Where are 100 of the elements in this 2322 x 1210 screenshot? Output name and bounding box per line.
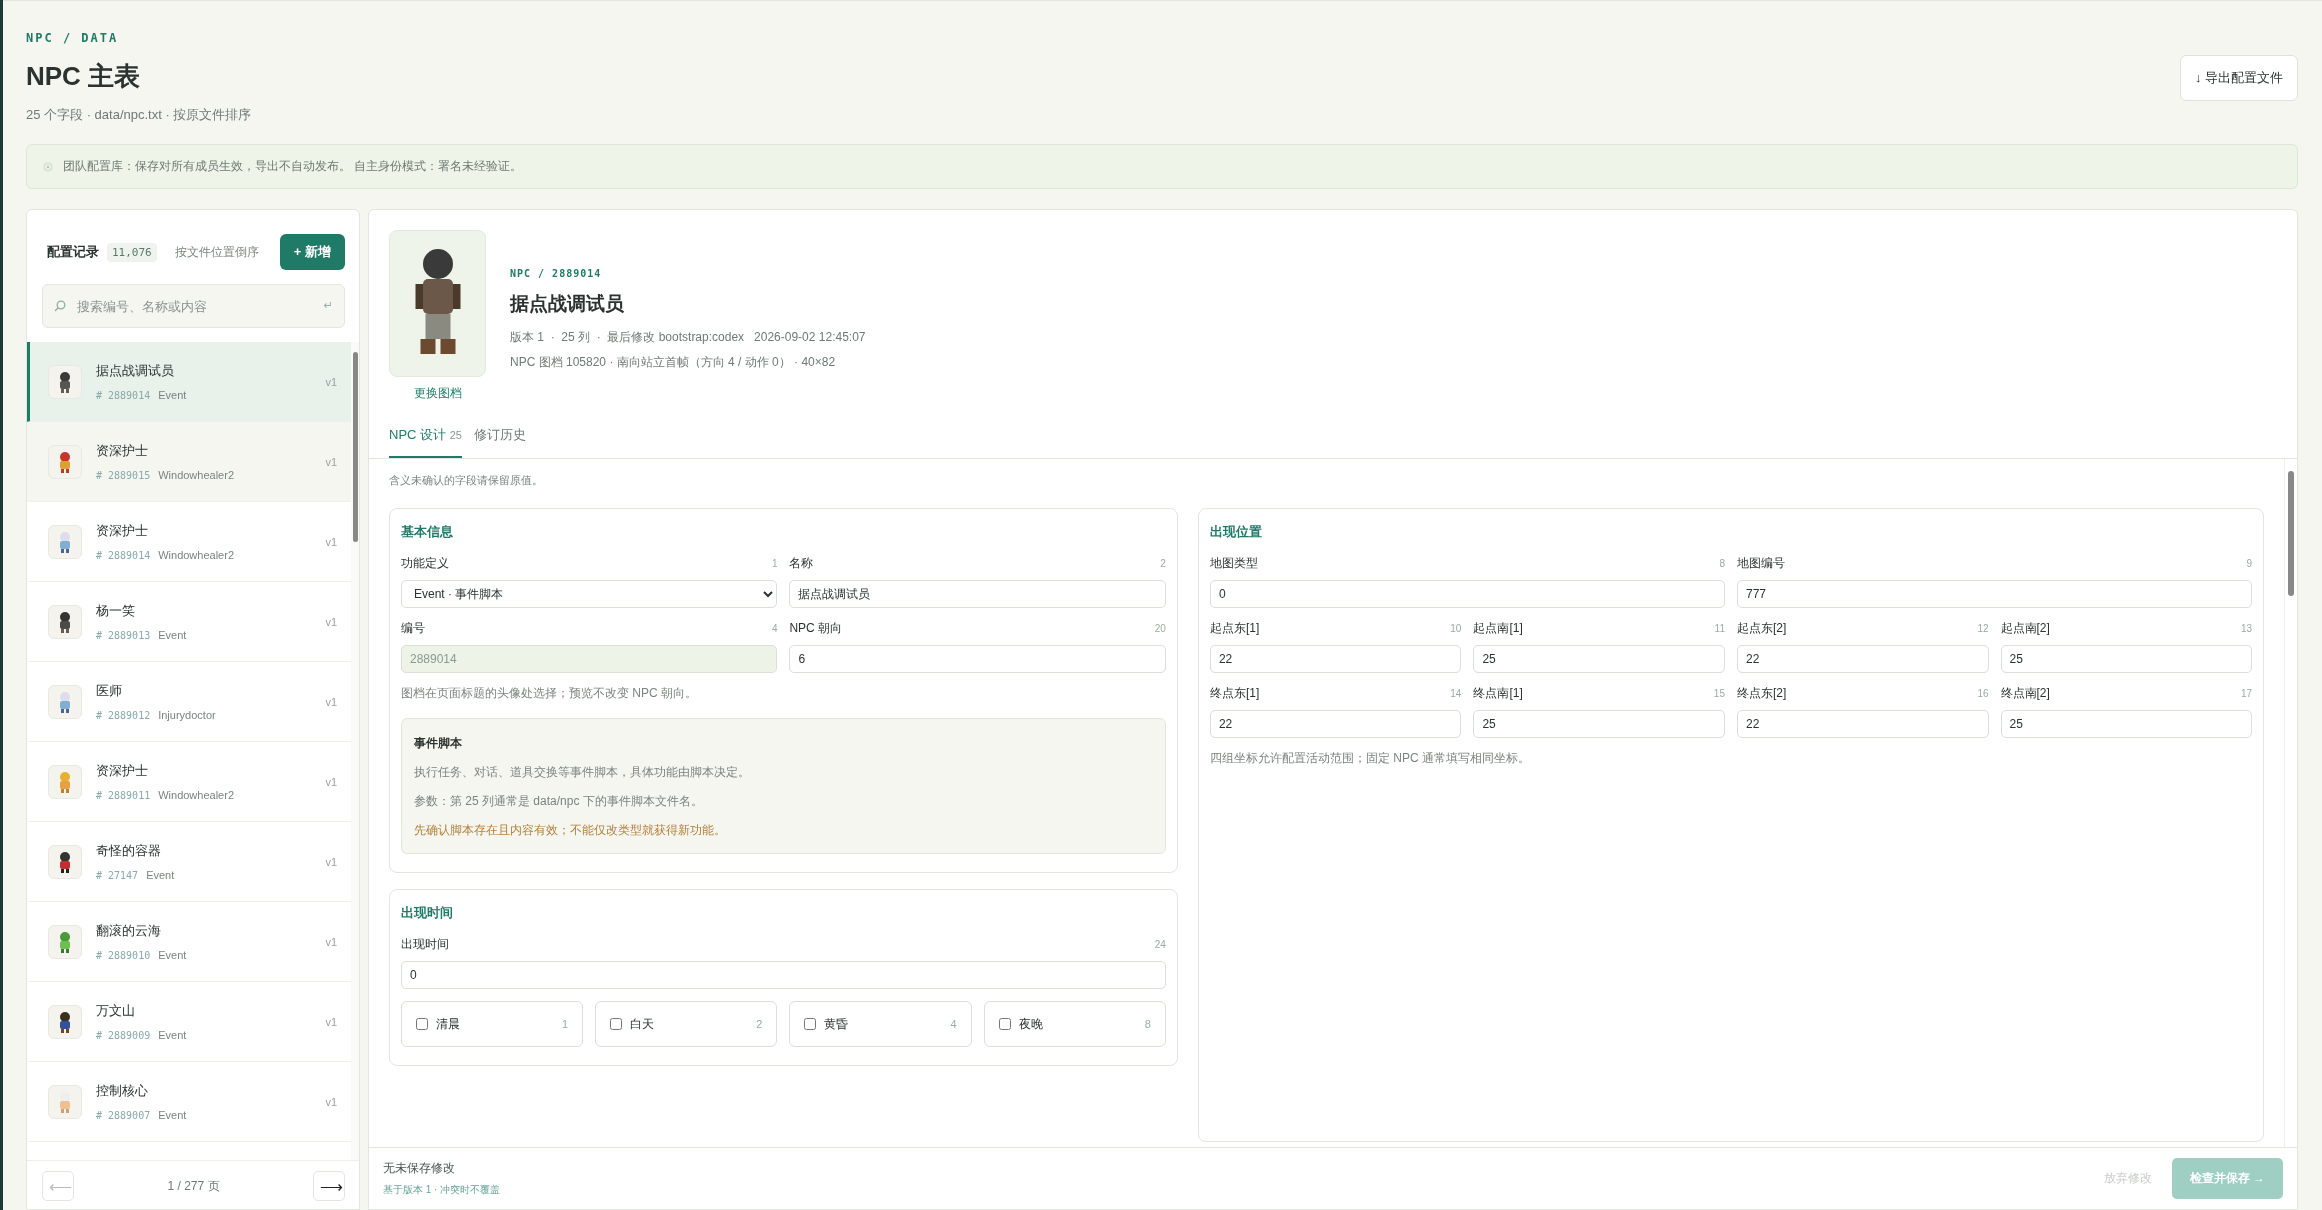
input-field[interactable]: 22 (1736, 710, 1989, 738)
record-item[interactable]: 奇怪的容器 # 27147 Event v1 (27, 822, 351, 902)
field-label: 起点东[1] (1209, 620, 1260, 637)
record-type: Event (158, 949, 187, 961)
record-id: # 2889010 (96, 950, 151, 961)
scrollbar[interactable] (2284, 459, 2297, 1147)
record-id: # 2889014 (96, 550, 151, 561)
column-index: 2 (1160, 558, 1166, 569)
input-field[interactable]: 25 (2000, 645, 2253, 673)
checkbox[interactable] (804, 1018, 817, 1030)
column-index: 20 (1154, 623, 1166, 634)
field-label: 起点南[1] (1473, 620, 1523, 637)
save-status: 无未保存修改 (383, 1160, 456, 1177)
record-name: 据点战调试员 (96, 362, 175, 380)
field-label: 终点东[1] (1209, 685, 1260, 702)
input-field[interactable]: 22 (1209, 645, 1462, 673)
info-text: 参数：第 25 列通常是 data/npc 下的事件脚本文件名。 (414, 793, 704, 810)
page-subtitle: 25 个字段 · data/npc.txt · 按原文件排序 (26, 106, 252, 124)
change-sprite-link[interactable]: 更换图档 (413, 385, 462, 402)
new-button[interactable]: + 新增 (279, 234, 345, 270)
field-label: 终点南[2] (2000, 685, 2050, 702)
time-option[interactable]: 白天 2 (595, 1001, 778, 1047)
time-option[interactable]: 清晨 1 (401, 1001, 584, 1047)
function-select[interactable]: Event · 事件脚本 (401, 580, 778, 608)
record-id: # 2889009 (96, 1030, 151, 1041)
status-dot-icon (43, 161, 53, 172)
record-name: 翻滚的云海 (96, 922, 162, 940)
next-page-button[interactable]: ⟶ (313, 1171, 345, 1201)
record-type: Event (158, 629, 187, 641)
record-item[interactable]: 医师 # 2889012 Injurydoctor v1 (27, 662, 351, 742)
field-label: 终点南[1] (1473, 685, 1523, 702)
record-item[interactable]: 控制核心 # 2889007 Event v1 (27, 1062, 351, 1142)
record-id: # 27147 (96, 870, 139, 881)
record-name: 资深护士 (96, 522, 149, 540)
column-index: 14 (1450, 688, 1462, 699)
column-index: 10 (1450, 623, 1462, 634)
record-name: 医师 (96, 682, 123, 700)
checkbox[interactable] (998, 1018, 1011, 1030)
checkbox[interactable] (610, 1018, 623, 1030)
input-field[interactable]: 25 (1473, 645, 1725, 673)
breadcrumb: NPC / DATA (26, 31, 120, 45)
version-label: v1 (325, 615, 337, 628)
section-title: 出现位置 (1209, 523, 1263, 541)
enter-hint: ↵ (323, 299, 333, 312)
record-type: Event (158, 1109, 187, 1121)
record-name: 控制核心 (96, 1082, 149, 1100)
hint-text: 含义未确认的字段请保留原值。 (389, 473, 544, 488)
input-field[interactable]: 25 (2000, 710, 2253, 738)
record-id: # 2889012 (96, 710, 151, 721)
record-name: 杨一笑 (96, 602, 136, 620)
record-item[interactable]: 万文山 # 2889009 Event v1 (27, 982, 351, 1062)
record-name: 万文山 (96, 1002, 136, 1020)
input-field[interactable]: 25 (1473, 710, 1725, 738)
field-label: NPC 朝向 (789, 620, 843, 637)
column-index: 12 (1977, 623, 1989, 634)
record-name: 资深护士 (96, 442, 149, 460)
column-index: 13 (2240, 623, 2253, 634)
record-item[interactable]: 资深护士 # 2889011 Windowhealer2 v1 (27, 742, 351, 822)
record-type: Event (158, 1029, 187, 1041)
warning-text: 先确认脚本存在且内容有效；不能仅改类型就获得新功能。 (414, 822, 727, 839)
record-type: Event (146, 869, 175, 881)
record-item[interactable]: 资深护士 # 2889014 Windowhealer2 v1 (27, 502, 351, 582)
record-type: Windowhealer2 (158, 549, 234, 561)
record-item[interactable]: 翻滚的云海 # 2889010 Event v1 (27, 902, 351, 982)
record-item[interactable]: 据点战调试员 # 2889014 Event v1 (27, 342, 351, 422)
record-meta: 版本 1 · 25 列 · 最后修改 bootstrap:codex 2026-09-02 12:45:07 (510, 329, 866, 346)
input-field[interactable]: 0 (401, 961, 1166, 989)
version-label: v1 (325, 535, 337, 548)
version-label: v1 (325, 775, 337, 788)
version-label: v1 (325, 1095, 337, 1108)
record-name: 奇怪的容器 (96, 842, 162, 860)
info-text: 执行任务、对话、道具交换等事件脚本，具体功能由脚本决定。 (414, 764, 751, 781)
input-field[interactable]: 据点战调试员 (789, 580, 1166, 608)
field-label: 地图编号 (1736, 555, 1785, 572)
field-note: 图档在页面标题的头像处选择；预览不改变 NPC 朝向。 (401, 685, 698, 702)
column-index: 1 (771, 558, 778, 569)
input-field[interactable]: 6 (789, 645, 1166, 673)
column-index: 11 (1714, 623, 1725, 634)
input-field[interactable]: 22 (1209, 710, 1462, 738)
input-field[interactable]: 0 (1209, 580, 1725, 608)
record-id: # 2889011 (96, 790, 151, 801)
tab[interactable]: 修订历史 (473, 426, 526, 458)
page-title: NPC 主表 (26, 60, 142, 93)
checkbox[interactable] (416, 1018, 428, 1030)
record-name: 资深护士 (96, 762, 149, 780)
record-item[interactable]: 杨一笑 # 2889013 Event v1 (27, 582, 351, 662)
record-type: Event (158, 389, 187, 401)
column-index: 16 (1977, 688, 1989, 699)
time-option[interactable]: 黄昏 4 (789, 1001, 972, 1047)
export-button[interactable]: ↓ 导出配置文件 (2179, 54, 2298, 101)
input-field[interactable]: 777 (1736, 580, 2252, 608)
time-option[interactable]: 夜晚 8 (983, 1001, 1166, 1047)
tab[interactable]: NPC 设计 25 (389, 426, 462, 458)
field-label: 编号 (401, 620, 425, 637)
page-indicator: 1 / 277 页 (167, 1177, 220, 1195)
record-item[interactable]: 资深护士 # 2889015 Windowhealer2 v1 (27, 422, 351, 502)
section-title: 基本信息 (401, 523, 454, 541)
column-index: 15 (1713, 688, 1725, 699)
input-field[interactable]: 22 (1736, 645, 1989, 673)
scrollbar[interactable] (351, 342, 359, 1160)
